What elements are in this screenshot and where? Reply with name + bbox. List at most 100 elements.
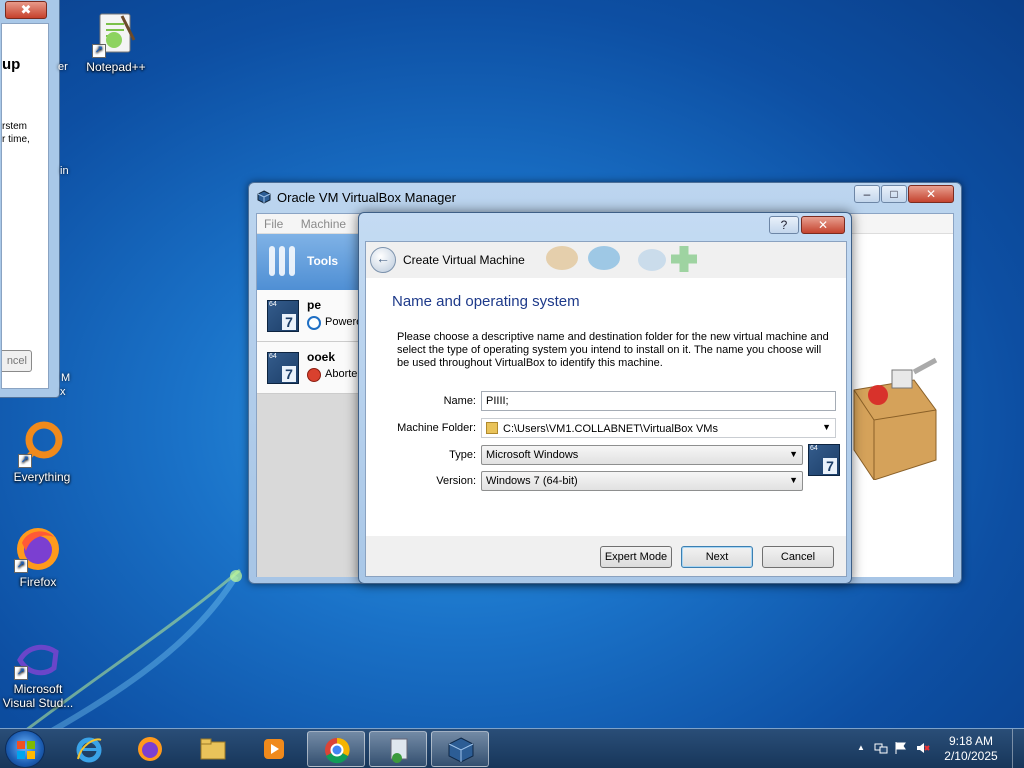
expert-mode-button[interactable]: Expert Mode [600,546,672,568]
windows7-64-os-icon: 64 7 [267,352,299,384]
shortcut-arrow-icon: ↗ [14,666,28,680]
wizard-footer: Expert Mode Next Cancel [366,536,846,576]
taskbar-virtualbox[interactable] [431,731,489,767]
desktop-icon-label: Everything [13,470,71,484]
version-select[interactable]: Windows 7 (64-bit) ▼ [481,471,803,491]
wizard-page: Name and operating system Please choose … [366,278,846,536]
windows7-64-os-icon: 64 7 [267,300,299,332]
type-label: Type: [449,449,476,461]
desktop-icon-label: Firefox [19,575,57,589]
setup-title-fragment: up [2,56,21,73]
setup-cancel-button[interactable]: ncel [2,350,32,372]
notepadpp-icon: ↗ [92,10,140,58]
page-description: Please choose a descriptive name and des… [397,331,829,369]
menu-machine[interactable]: Machine [294,214,353,234]
chrome-icon [325,737,350,764]
show-desktop-button[interactable] [1012,729,1024,768]
tools-icon [269,246,295,276]
windows-logo-icon [17,741,35,759]
taskbar-file-explorer[interactable] [184,731,242,767]
taskbar-chrome[interactable] [307,731,365,767]
desktop-icon-visual-studio[interactable]: ↗ Microsoft Visual Stud... [0,640,78,710]
shortcut-arrow-icon: ↗ [14,559,28,573]
firefox-icon [138,737,162,761]
menu-file[interactable]: File [257,214,290,234]
help-button[interactable]: ? [769,216,799,234]
everything-search-icon: ↗ [18,420,66,468]
faded-toolbar-icons [546,246,697,272]
visual-studio-icon: ↗ [14,640,62,680]
type-value: Microsoft Windows [486,449,579,461]
chevron-down-icon: ▼ [822,422,831,432]
desktop-label-fragment: x [60,386,66,398]
close-button[interactable]: ✕ [908,185,954,203]
shortcut-arrow-icon: ↗ [92,44,106,58]
create-vm-dialog: ? ✕ Create Virtual Machine Name and oper… [358,212,852,584]
vm-state: Aborte [325,368,358,380]
vm-state: Powere [325,316,363,328]
media-player-icon [264,739,284,759]
taskbar-internet-explorer[interactable] [60,731,118,767]
desktop-label-fragment: in [60,165,69,177]
os-badge-bits: 64 [269,301,277,308]
page-title: Name and operating system [392,293,580,310]
machine-folder-label: Machine Folder: [397,422,476,434]
system-clock[interactable]: 9:18 AM 2/10/2025 [936,734,1006,764]
file-explorer-icon [200,738,226,760]
vm-name: ooek [307,350,336,364]
os-badge-version: 7 [282,314,296,330]
setup-text-line: rstem [2,121,27,132]
taskbar: ▲ 9:18 AM 2/10/2025 [0,728,1024,768]
next-button[interactable]: Next [681,546,753,568]
toolbox-illustration-icon [853,357,938,480]
tools-item[interactable]: Tools [257,234,361,290]
version-label: Version: [436,475,476,487]
taskbar-network-setup[interactable] [369,731,427,767]
virtualbox-logo-icon [257,190,271,204]
vm-list-item[interactable]: 64 7 pe Powere [257,290,363,342]
desktop-icon-firefox[interactable]: ↗ Firefox [0,525,78,589]
setup-window-body: up rstem r time, ncel [1,23,49,389]
shortcut-arrow-icon: ↗ [18,454,32,468]
vm-name: pe [307,298,322,312]
tray-expand-icon[interactable]: ▲ [854,741,868,755]
clock-date: 2/10/2025 [944,749,998,763]
taskbar-media-player[interactable] [245,731,303,767]
start-button[interactable] [5,730,45,768]
background-setup-window: ✖ up rstem r time, ncel [0,0,60,398]
desktop-icon-label: Notepad++ [86,60,146,74]
firefox-icon: ↗ [14,525,62,573]
taskbar-firefox[interactable] [121,731,179,767]
network-setup-icon [390,738,408,763]
name-input[interactable]: PIIII; [481,391,836,411]
window-title: Oracle VM VirtualBox Manager [277,190,456,205]
virtualbox-icon [448,737,474,763]
speaker-muted-icon[interactable] [916,741,930,755]
os-badge-bits: 64 [269,353,277,360]
tools-label: Tools [307,254,339,268]
minimize-button[interactable]: – [854,185,880,203]
vm-list-item[interactable]: 64 7 ooek Aborte [257,342,361,394]
action-center-flag-icon[interactable] [894,741,908,755]
type-select[interactable]: Microsoft Windows ▼ [481,445,803,465]
dialog-client-area: Create Virtual Machine Name and operatin… [365,241,847,577]
maximize-button[interactable]: □ [881,185,907,203]
back-arrow-icon[interactable] [370,247,396,273]
machine-folder-combo[interactable]: C:\Users\VM1.COLLABNET\VirtualBox VMs ▼ [481,418,836,438]
network-icon[interactable] [874,741,888,755]
aborted-icon [307,368,321,382]
powered-off-icon [307,316,321,330]
os-badge-bits: 64 [810,445,818,452]
name-label: Name: [443,395,476,407]
folder-icon [486,422,498,434]
windows7-64-os-icon: 64 7 [808,444,840,476]
machine-folder-value: C:\Users\VM1.COLLABNET\VirtualBox VMs [503,423,718,435]
dialog-close-button[interactable]: ✕ [801,216,845,234]
internet-explorer-icon [76,737,102,763]
clock-time: 9:18 AM [948,734,994,748]
cancel-button[interactable]: Cancel [762,546,834,568]
setup-close-button[interactable]: ✖ [5,1,47,19]
desktop-icon-notepadpp[interactable]: ↗ Notepad++ [76,10,156,74]
chevron-down-icon: ▼ [789,449,798,459]
desktop-icon-everything[interactable]: ↗ Everything [2,420,82,484]
